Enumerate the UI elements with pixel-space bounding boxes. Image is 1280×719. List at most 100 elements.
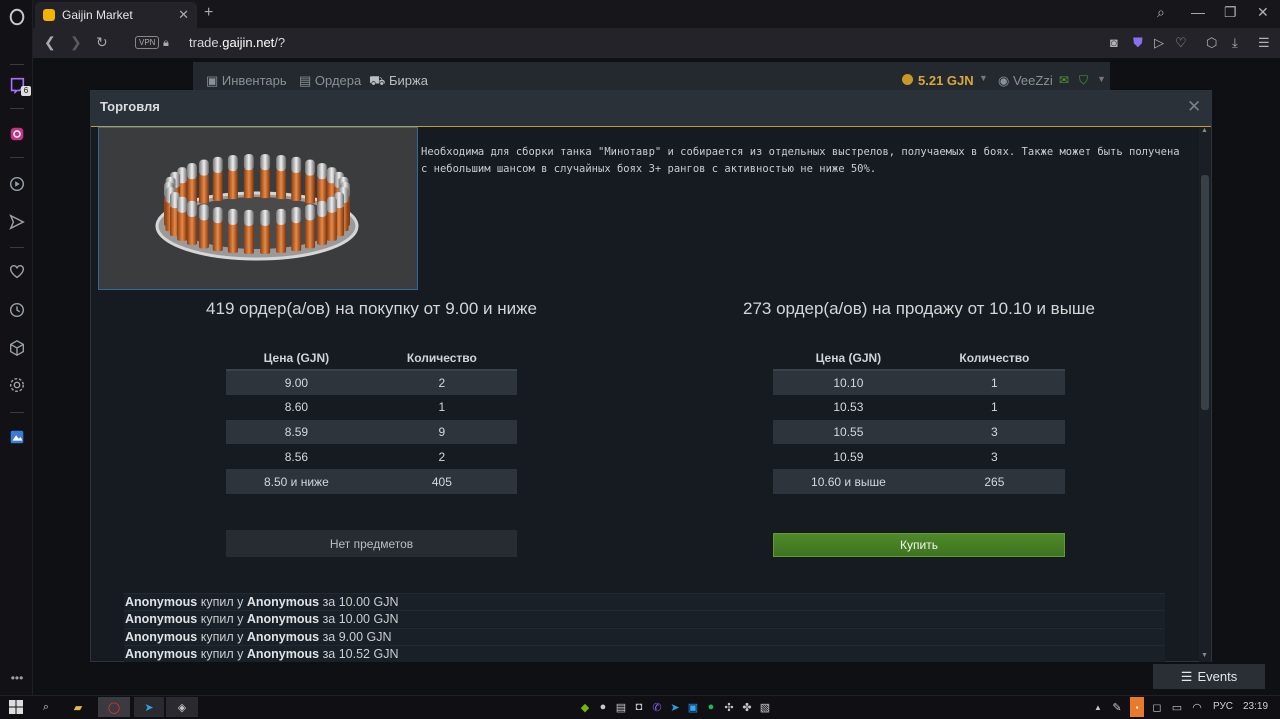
table-row[interactable]: 8.50 и ниже 405	[226, 469, 517, 494]
wifi-icon[interactable]: ◠	[1190, 697, 1204, 717]
player-icon[interactable]	[6, 173, 28, 195]
modal-header	[91, 91, 1211, 127]
viber-tray-icon[interactable]: ✆	[650, 697, 664, 717]
tab-bar	[33, 0, 1280, 28]
back-icon[interactable]: ❮	[44, 34, 56, 51]
spotify-tray-icon[interactable]: ●	[704, 697, 718, 717]
scrollbar-thumb[interactable]	[1201, 175, 1209, 410]
table-row[interactable]: 8.59 9	[226, 419, 517, 445]
tray-icon[interactable]: ▤	[614, 697, 628, 717]
modal-close-icon[interactable]: ✕	[1187, 97, 1201, 117]
restore-icon[interactable]: ❐	[1224, 4, 1237, 21]
nav-inventory[interactable]: ▣ Инвентарь	[206, 73, 287, 89]
close-tab-icon[interactable]: ✕	[178, 7, 189, 23]
buy-orders-heading: 419 ордер(а/ов) на покупку от 9.00 и ниж…	[206, 299, 537, 318]
extensions-icon[interactable]: ⬡	[1206, 35, 1217, 51]
app-task-icon[interactable]: ◈	[166, 697, 198, 717]
language-indicator[interactable]: РУС	[1213, 701, 1233, 712]
briefcase-icon: ▣	[206, 73, 222, 88]
table-row[interactable]: 10.60 и выше 265	[773, 469, 1065, 494]
table-row[interactable]: 9.00 2	[226, 370, 517, 395]
buy-orders-table: Цена (GJN) Количество 9.00 2 8.60 1 8.59 9 8…	[226, 346, 517, 494]
opera-task-icon[interactable]: ◯	[98, 697, 130, 717]
balance[interactable]: 5.21 GJN	[918, 73, 974, 88]
flow-icon[interactable]: ▷	[1154, 35, 1164, 51]
forward-icon[interactable]: ❯	[70, 34, 82, 51]
mail-icon[interactable]: ✉	[1059, 73, 1069, 87]
more-icon[interactable]: •••	[6, 667, 28, 689]
battery-icon[interactable]: ▭	[1170, 697, 1184, 717]
history-row: Anonymous купил у Anonymous за 9.00 GJN	[124, 628, 1165, 645]
history-icon[interactable]	[6, 299, 28, 321]
item-description: Необходима для сборки танка "Минотавр" и…	[421, 146, 1180, 175]
search-tabs-icon[interactable]: ⌕	[1157, 4, 1165, 21]
heart-icon[interactable]	[6, 261, 28, 283]
sell-orders-heading: 273 ордер(а/ов) на продажу от 10.10 и вы…	[742, 299, 1096, 318]
tray-icon[interactable]: ✎	[1110, 697, 1124, 717]
vpn-badge[interactable]: VPN	[135, 36, 160, 49]
history-row: Anonymous купил у Anonymous за 10.52 GJN	[124, 645, 1165, 662]
cube-icon[interactable]	[6, 337, 28, 359]
col-price: Цена (GJN)	[263, 350, 330, 365]
gaijin-favicon-icon	[43, 9, 55, 21]
buy-button[interactable]: Купить	[773, 533, 1065, 557]
opera-logo-icon[interactable]	[6, 6, 28, 28]
reload-icon[interactable]: ↻	[96, 34, 108, 51]
favorite-icon[interactable]: ♡	[1175, 35, 1187, 51]
table-row[interactable]: 10.55 3	[773, 419, 1065, 445]
list-icon: ☰	[1180, 668, 1193, 684]
steam-tray-icon[interactable]: ●	[596, 697, 610, 717]
twitch-badge: 6	[21, 86, 31, 96]
scroll-up-icon[interactable]: ▲	[1201, 127, 1208, 134]
tray-icon[interactable]: ✣	[722, 697, 736, 717]
search-icon[interactable]: ⌕	[36, 697, 56, 717]
easy-setup-icon[interactable]: ☰	[1258, 35, 1270, 51]
download-icon[interactable]: ⤓	[1232, 35, 1238, 51]
tray-expand-icon[interactable]: ▲	[1092, 697, 1104, 717]
nvidia-tray-icon[interactable]: ◆	[578, 697, 592, 717]
lock-icon[interactable]: 🔒︎	[163, 37, 169, 50]
nav-exchange[interactable]: ⛟ Биржа	[369, 73, 428, 91]
modal-title: Торговля	[100, 99, 160, 114]
balance-dropdown-icon[interactable]: ▼	[979, 73, 988, 83]
nav-orders[interactable]: ▤ Ордера	[299, 73, 361, 89]
user-icon: ◉	[998, 73, 1013, 88]
orders-icon: ▤	[299, 73, 315, 88]
url-field[interactable]: trade.gaijin.net/?	[189, 35, 285, 50]
user-dropdown-icon[interactable]: ▼	[1097, 74, 1106, 84]
app-icon[interactable]	[6, 426, 28, 448]
history-row: Anonymous купил у Anonymous за 10.00 GJN	[124, 610, 1165, 627]
settings-icon[interactable]	[6, 374, 28, 396]
sell-orders-table: Цена (GJN) Количество 10.10 1 10.53 1 10.55…	[773, 346, 1065, 494]
table-row[interactable]: 10.59 3	[773, 444, 1065, 469]
table-row[interactable]: 8.56 2	[226, 444, 517, 469]
file-explorer-icon[interactable]: ▰	[68, 697, 88, 717]
clock[interactable]: 23:19	[1243, 701, 1268, 712]
new-tab-icon[interactable]: +	[204, 4, 213, 22]
windows-start-icon[interactable]	[6, 697, 26, 717]
tray-icon[interactable]: ✤	[740, 697, 754, 717]
discord-tray-icon[interactable]: ◘	[632, 697, 646, 717]
table-row[interactable]: 10.53 1	[773, 395, 1065, 420]
tray-icon[interactable]: ▧	[758, 697, 772, 717]
table-row[interactable]: 10.10 1	[773, 370, 1065, 395]
tab-gaijin-market[interactable]: Gaijin Market ✕	[35, 2, 197, 28]
minimize-icon[interactable]: —	[1191, 4, 1205, 20]
no-items-button[interactable]: Нет предметов	[226, 530, 517, 557]
instagram-icon[interactable]	[6, 123, 28, 145]
table-row[interactable]: 8.60 1	[226, 395, 517, 420]
snapshot-icon[interactable]: ◙	[1110, 35, 1118, 50]
tray-icon[interactable]: ▪	[1130, 697, 1144, 717]
scroll-down-icon[interactable]: ▼	[1201, 652, 1208, 659]
events-button[interactable]: ☰ Events	[1153, 664, 1265, 689]
ammo-ring-illustration	[155, 154, 359, 261]
shield-icon[interactable]: ⛊	[1133, 35, 1143, 51]
photoshop-tray-icon[interactable]: ▣	[686, 697, 700, 717]
window-close-icon[interactable]: ✕	[1257, 4, 1269, 21]
username[interactable]: ◉ VeeZzi	[998, 73, 1053, 89]
security-shield-icon[interactable]: ⛉	[1079, 73, 1088, 88]
send-icon[interactable]	[6, 211, 28, 233]
telegram-tray-icon[interactable]: ➤	[668, 697, 682, 717]
telegram-task-icon[interactable]: ➤	[134, 697, 164, 717]
tray-icon[interactable]: ◻	[1150, 697, 1164, 717]
